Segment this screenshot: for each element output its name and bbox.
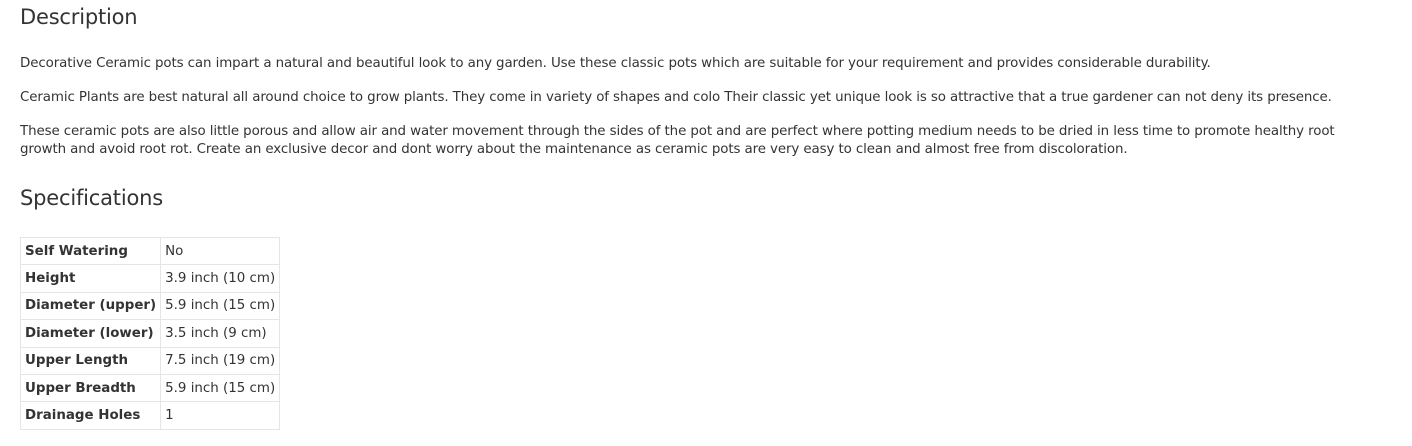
table-row: Height 3.9 inch (10 cm)	[19, 264, 281, 293]
table-row: Drainage Holes 1	[19, 401, 281, 430]
specifications-table: Self Watering No Height 3.9 inch (10 cm)…	[19, 236, 281, 430]
spec-label: Upper Breadth	[19, 373, 162, 403]
description-heading: Description	[20, 5, 138, 29]
spec-label: Diameter (lower)	[19, 319, 162, 348]
specifications-heading: Specifications	[20, 186, 163, 210]
spec-value: 5.9 inch (15 cm)	[160, 373, 281, 403]
description-body: Decorative Ceramic pots can impart a nat…	[20, 55, 1360, 159]
spec-value: 5.9 inch (15 cm)	[160, 291, 281, 321]
description-paragraph: Ceramic Plants are best natural all arou…	[20, 90, 1332, 105]
description-paragraph: Decorative Ceramic pots can impart a nat…	[20, 56, 1211, 71]
table-row: Diameter (lower) 3.5 inch (9 cm)	[19, 319, 281, 348]
description-paragraph: These ceramic pots are also little porou…	[20, 124, 1335, 157]
table-row: Diameter (upper) 5.9 inch (15 cm)	[19, 291, 281, 321]
spec-value: 3.5 inch (9 cm)	[160, 319, 281, 348]
spec-label: Height	[19, 264, 162, 293]
table-row: Upper Length 7.5 inch (19 cm)	[19, 346, 281, 375]
spec-label: Drainage Holes	[19, 401, 162, 430]
spec-value: 7.5 inch (19 cm)	[160, 346, 281, 375]
spec-value: 1	[160, 401, 281, 430]
spec-label: Upper Length	[19, 346, 162, 375]
spec-value: 3.9 inch (10 cm)	[160, 264, 281, 293]
spec-value: No	[160, 236, 281, 266]
spec-label: Diameter (upper)	[19, 291, 162, 321]
table-row: Upper Breadth 5.9 inch (15 cm)	[19, 373, 281, 403]
table-row: Self Watering No	[19, 236, 281, 266]
spec-label: Self Watering	[19, 236, 162, 266]
